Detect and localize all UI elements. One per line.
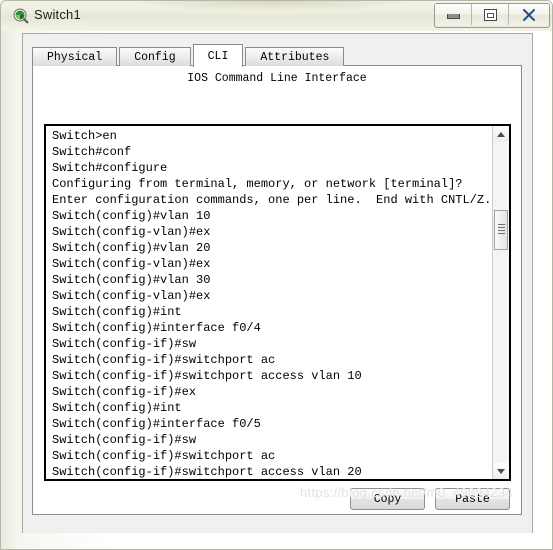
cli-scrollbar[interactable] [492,126,509,479]
copy-button[interactable]: Copy [350,488,425,510]
titlebar-highlight [121,1,421,11]
tab-attributes[interactable]: Attributes [245,47,345,66]
scroll-down-button[interactable] [493,463,509,479]
maximize-icon [483,8,497,21]
chevron-down-icon [497,468,505,474]
switch-properties-window: Switch1 Physical Config CLI Attributes I… [0,0,553,550]
scrollbar-thumb[interactable] [494,210,508,250]
scrollbar-grip-icon [498,224,505,234]
cli-line: Switch(config-if)#switchport ac [52,353,276,367]
cli-line: Switch(config-vlan)#ex [52,225,211,239]
cli-line: Switch>en [52,129,117,143]
cli-line: Switch(config-if)#ex [52,385,197,399]
minimize-icon [446,14,460,19]
window-content-panel: Physical Config CLI Attributes IOS Comma… [22,33,533,533]
minimize-button[interactable] [435,4,472,25]
cli-line: Switch(config)#interface f0/5 [52,417,261,431]
cli-line: Switch(config)#vlan 30 [52,273,211,287]
cli-tab-panel: IOS Command Line Interface Switch>en Swit… [32,65,522,515]
tab-cli[interactable]: CLI [192,44,244,67]
cli-line: Switch#configure [52,161,168,175]
tab-strip: Physical Config CLI Attributes [32,44,346,67]
cli-line: Configuring from terminal, memory, or ne… [52,177,463,191]
cli-line: Switch(config)#int [52,305,182,319]
cli-terminal-container: Switch>en Switch#conf Switch#configure Conf… [44,124,511,481]
chevron-up-icon [497,131,505,137]
window-title: Switch1 [34,7,81,22]
cli-line: Switch(config)#int [52,401,182,415]
cli-line: Switch(config-vlan)#ex [52,289,211,303]
paste-button[interactable]: Paste [435,488,510,510]
cli-terminal-output[interactable]: Switch>en Switch#conf Switch#configure Conf… [46,126,492,479]
cli-line: Switch(config-vlan)#ex [52,257,211,271]
cli-line: Switch(config)#vlan 10 [52,209,211,223]
maximize-button[interactable] [472,4,509,25]
cli-line: Switch#conf [52,145,132,159]
cli-line: Switch(config)#vlan 20 [52,241,211,255]
tab-config[interactable]: Config [119,47,191,66]
cli-line: Switch(config-if)#sw [52,433,197,447]
cli-line: Switch(config)#interface f0/4 [52,321,261,335]
cli-heading: IOS Command Line Interface [187,72,367,85]
scroll-up-button[interactable] [493,126,509,142]
cli-line: Switch(config-if)#switchport access vlan… [52,369,362,383]
close-button[interactable] [509,4,549,25]
tab-physical[interactable]: Physical [32,47,118,66]
cli-line: Enter configuration commands, one per li… [52,193,492,207]
cli-action-buttons: Copy Paste [350,488,510,510]
window-titlebar[interactable]: Switch1 [1,1,552,31]
cli-line: Switch(config-if)#switchport ac [52,449,276,463]
cli-line: Switch(config-if)#sw [52,337,197,351]
cli-line: Switch(config-if)#switchport access vlan… [52,465,362,479]
window-controls [434,3,550,28]
close-icon [522,8,536,21]
switch-device-icon [13,8,29,24]
